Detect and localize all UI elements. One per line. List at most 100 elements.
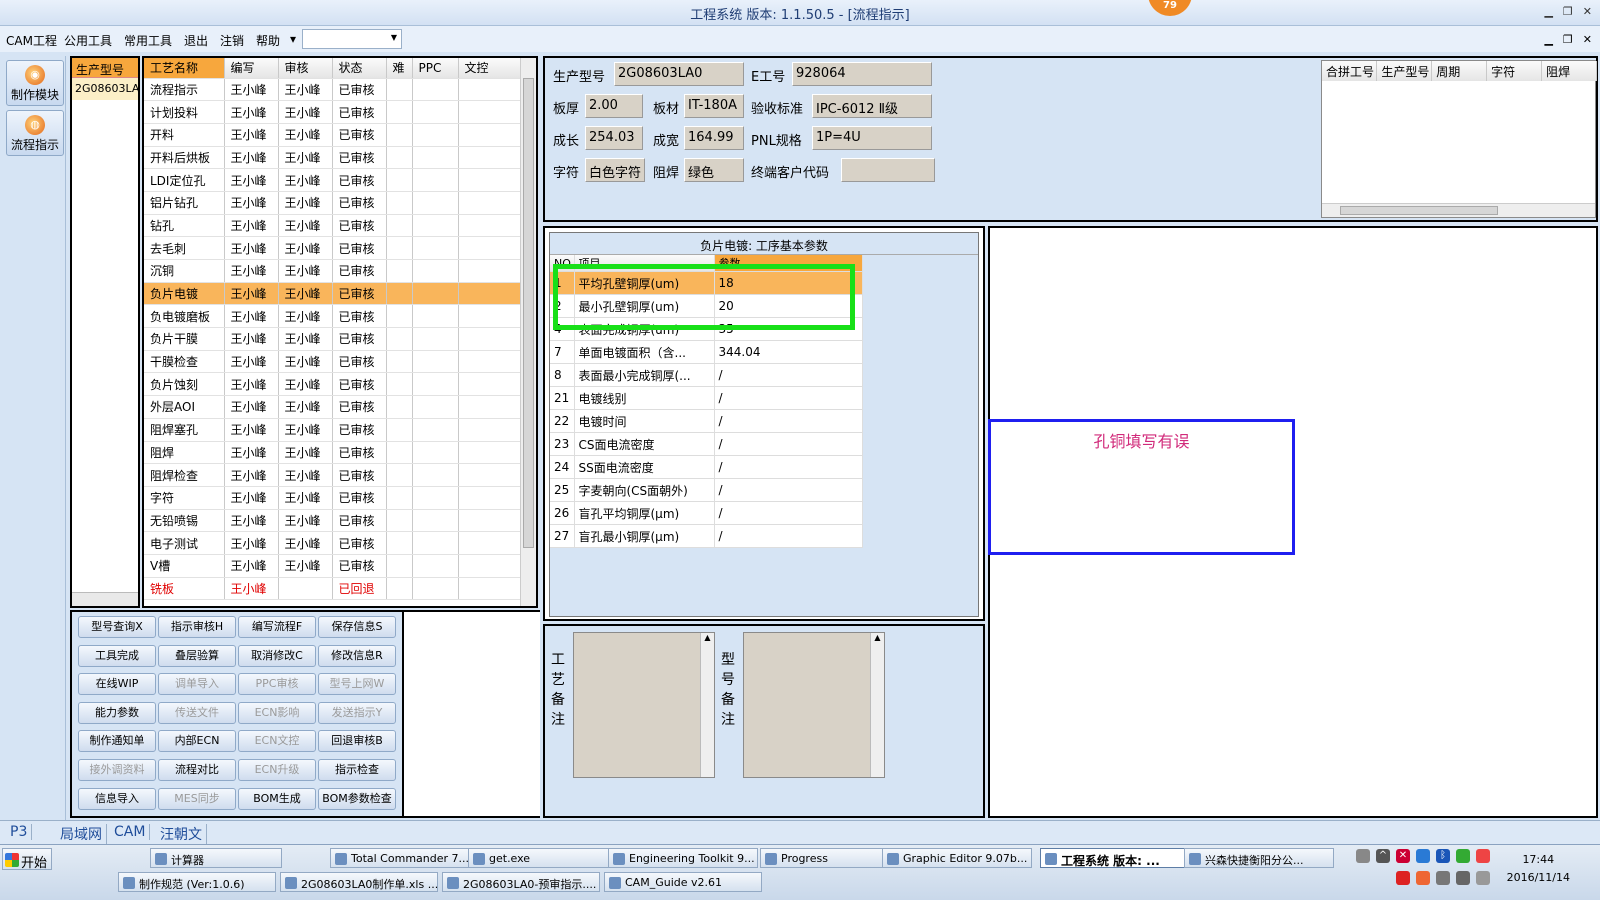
model-note-textarea[interactable]: ▲ <box>743 632 885 778</box>
scroll-thumb[interactable] <box>1340 206 1498 215</box>
soldermask-field[interactable]: 绿色 <box>684 158 744 182</box>
model-list-header[interactable]: 生产型号 <box>72 58 138 78</box>
table-row[interactable]: 21 电镀线别 / <box>550 386 863 410</box>
table-row[interactable]: 干膜检查 王小峰 王小峰 已审核 <box>144 350 525 374</box>
status-tab-lan[interactable]: 局域网 <box>56 824 107 844</box>
table-row[interactable]: 流程指示 王小峰 王小峰 已审核 <box>144 78 525 102</box>
table-row[interactable]: 22 电镀时间 / <box>550 409 863 433</box>
function-button[interactable]: BOM生成 <box>238 787 316 810</box>
taskbar-window-button[interactable]: 兴森快捷衡阳分公... <box>1184 848 1334 868</box>
table-row[interactable]: 阻焊检查 王小峰 王小峰 已审核 <box>144 463 525 487</box>
menu-cam[interactable]: CAM工程 <box>6 32 57 49</box>
function-button[interactable]: 型号查询X <box>78 616 156 638</box>
function-button[interactable]: 流程对比 <box>158 759 236 781</box>
menu-combo-select[interactable]: ▼ <box>302 29 402 49</box>
table-row[interactable]: 7 单面电镀面积（含... 344.04 <box>550 340 863 364</box>
menu-exit[interactable]: 退出 <box>184 32 208 49</box>
function-button[interactable]: 能力参数 <box>78 701 156 724</box>
table-row[interactable]: 计划投料 王小峰 王小峰 已审核 <box>144 100 525 124</box>
table-row[interactable]: 字符 王小峰 王小峰 已审核 <box>144 486 525 510</box>
menu-help[interactable]: 帮助 <box>256 32 280 49</box>
tray-app-icon-4[interactable] <box>1416 871 1430 885</box>
tray-app-icon[interactable]: ✕ <box>1396 849 1410 863</box>
menu-public-tools[interactable]: 公用工具 <box>64 32 112 49</box>
table-cell[interactable]: / <box>714 524 863 548</box>
table-row[interactable]: 开料 王小峰 王小峰 已审核 <box>144 123 525 147</box>
table-row[interactable]: 负电镀磨板 王小峰 王小峰 已审核 <box>144 304 525 329</box>
column-header[interactable]: 审核 <box>278 58 333 79</box>
length-field[interactable]: 254.03 <box>585 126 643 150</box>
function-button[interactable]: 传送文件 <box>158 701 236 724</box>
table-row[interactable]: 负片蚀刻 王小峰 王小峰 已审核 <box>144 372 525 397</box>
material-field[interactable]: IT-180A <box>684 94 744 118</box>
tray-app-icon-3[interactable] <box>1396 871 1410 885</box>
vertical-scrollbar[interactable]: ▲ <box>870 633 884 777</box>
column-header[interactable]: PPC <box>412 58 459 79</box>
function-button[interactable]: 接外调资料 <box>78 759 156 781</box>
status-tab-p3[interactable]: P3 <box>6 824 33 840</box>
shield-icon[interactable] <box>1456 849 1470 863</box>
column-header[interactable]: 生产型号 <box>1376 61 1433 81</box>
table-cell[interactable]: / <box>714 363 863 387</box>
table-row[interactable]: 沉铜 王小峰 王小峰 已审核 <box>144 259 525 283</box>
network-icon[interactable] <box>1416 849 1430 863</box>
function-button[interactable]: PPC审核 <box>238 673 316 696</box>
taskbar-window-button[interactable]: 2G08603LA0-预审指示.... <box>442 872 600 892</box>
scroll-thumb[interactable] <box>523 78 534 548</box>
function-button[interactable]: 工具完成 <box>78 644 156 667</box>
flow-instruction-button[interactable]: ◍ 流程指示 <box>6 110 64 156</box>
function-button[interactable]: 在线WIP <box>78 673 156 696</box>
function-button[interactable]: ECN影响 <box>238 701 316 724</box>
status-tab-cam[interactable]: CAM <box>110 824 151 840</box>
mdi-restore-icon[interactable]: ❐ <box>1563 33 1573 46</box>
horizontal-scrollbar[interactable] <box>1322 203 1595 217</box>
table-cell[interactable]: / <box>714 432 863 456</box>
table-row[interactable]: 无铅喷锡 王小峰 王小峰 已审核 <box>144 509 525 533</box>
tray-app-icon-2[interactable] <box>1476 849 1490 863</box>
table-row[interactable]: 负片干膜 王小峰 王小峰 已审核 <box>144 327 525 351</box>
eno-field[interactable]: 928064 <box>792 62 932 86</box>
function-button[interactable]: 指示审核H <box>158 616 236 638</box>
function-button[interactable]: 保存信息S <box>318 616 396 638</box>
model-field[interactable]: 2G08603LA0 <box>614 62 744 86</box>
table-cell[interactable]: / <box>714 409 863 433</box>
function-button[interactable]: ECN升级 <box>238 759 316 781</box>
table-row[interactable]: 8 表面最小完成铜厚(... / <box>550 363 863 387</box>
table-row[interactable]: 外层AOI 王小峰 王小峰 已审核 <box>144 395 525 419</box>
function-button[interactable]: BOM参数检查 <box>318 787 396 810</box>
taskbar-window-button[interactable]: Total Commander 7.... <box>330 848 480 868</box>
chevron-down-icon[interactable]: ▾ <box>290 32 296 46</box>
table-row[interactable]: 26 盲孔平均铜厚(μm) / <box>550 501 863 525</box>
table-row[interactable]: 24 SS面电流密度 / <box>550 455 863 479</box>
taskbar-window-button[interactable]: Engineering Toolkit 9... <box>608 848 758 868</box>
tray-expand-icon[interactable]: ^ <box>1376 849 1390 863</box>
table-row[interactable]: 铝片钻孔 王小峰 王小峰 已审核 <box>144 191 525 215</box>
table-row[interactable]: 开料后烘板 王小峰 王小峰 已审核 <box>144 146 525 170</box>
table-row[interactable]: 铣板 王小峰 已回退 <box>144 577 525 601</box>
table-row[interactable]: 23 CS面电流密度 / <box>550 432 863 456</box>
table-cell[interactable]: / <box>714 455 863 479</box>
vertical-scrollbar[interactable] <box>520 58 536 606</box>
mdi-close-icon[interactable]: ✕ <box>1583 33 1592 46</box>
function-button[interactable]: 内部ECN <box>158 730 236 753</box>
taskbar-window-button[interactable]: 2G08603LA0制作单.xls ... <box>280 872 438 892</box>
volume-icon[interactable] <box>1476 871 1490 885</box>
horizontal-scrollbar[interactable] <box>72 592 138 606</box>
table-cell[interactable]: / <box>714 478 863 502</box>
function-button[interactable]: 指示检查 <box>318 759 396 781</box>
tray-app-icon-5[interactable] <box>1436 871 1450 885</box>
function-button[interactable]: 制作通知单 <box>78 730 156 753</box>
function-button[interactable]: 调单导入 <box>158 673 236 696</box>
taskbar-window-button[interactable]: 计算器 <box>150 848 282 868</box>
menu-common-tools[interactable]: 常用工具 <box>124 32 172 49</box>
column-header[interactable]: 合拼工号 <box>1322 61 1378 81</box>
column-header[interactable]: 周期 <box>1431 61 1488 81</box>
function-button[interactable]: 回退审核B <box>318 730 396 753</box>
function-button[interactable]: 叠层验算 <box>158 644 236 667</box>
width-field[interactable]: 164.99 <box>684 126 744 150</box>
column-header[interactable]: 字符 <box>1486 61 1543 81</box>
close-icon[interactable]: ✕ <box>1583 5 1592 18</box>
taskbar-window-button[interactable]: CAM_Guide v2.61 <box>604 872 762 892</box>
process-note-textarea[interactable]: ▲ <box>573 632 715 778</box>
column-header[interactable]: 阻焊 <box>1541 61 1597 81</box>
